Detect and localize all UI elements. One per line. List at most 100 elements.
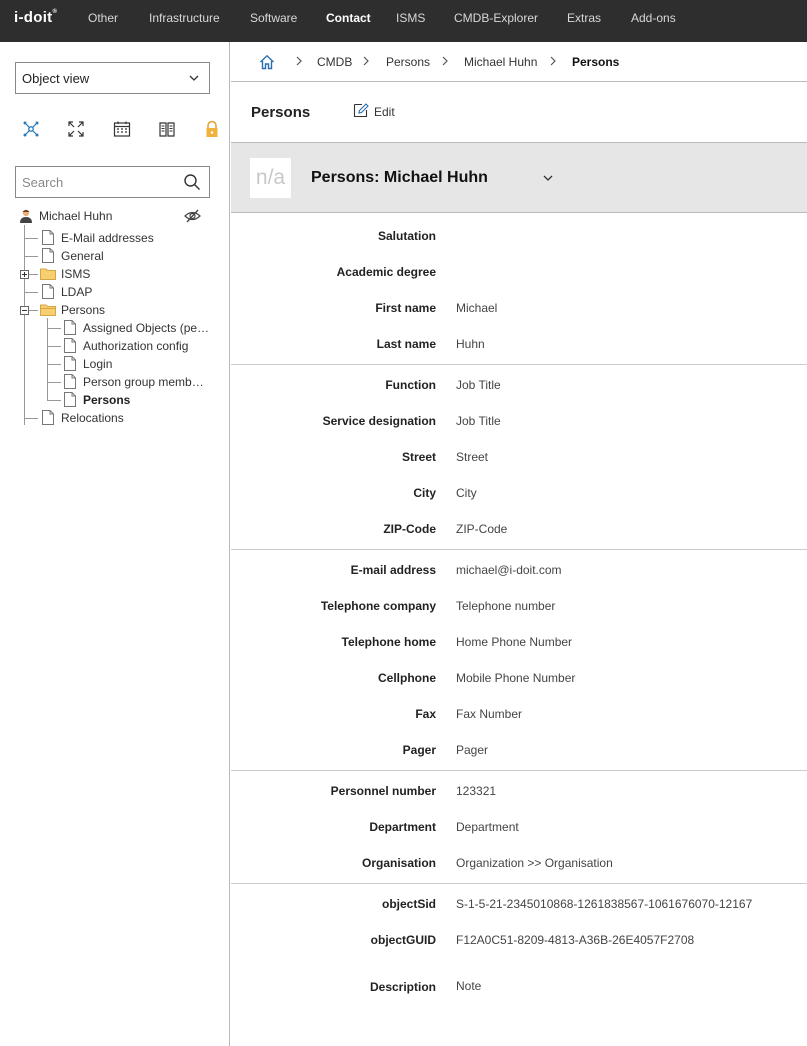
tree-item-persons-selected[interactable]: Persons [64, 392, 214, 408]
section-divider [231, 883, 807, 884]
top-navigation-bar: i-doit® Other Infrastructure Software Co… [0, 0, 807, 42]
tree-connector [47, 346, 61, 347]
chevron-down-icon[interactable] [542, 173, 554, 183]
function-value: Job Title [456, 378, 501, 392]
file-icon [64, 320, 76, 335]
object-header: n/a Persons: Michael Huhn [231, 142, 807, 213]
tree-item-label: Person group memb… [83, 375, 204, 389]
tree-item-relocations[interactable]: Relocations [42, 410, 222, 426]
tree-item-person-group-memberships[interactable]: Person group memb… [64, 374, 214, 390]
tree-connector [47, 328, 61, 329]
nav-item-cmdb-explorer[interactable]: CMDB-Explorer [454, 11, 538, 25]
collapse-toggle-persons[interactable] [20, 306, 29, 315]
telephone-home-label: Telephone home [341, 635, 436, 649]
email-address-value: michael@i-doit.com [456, 563, 562, 577]
network-icon[interactable] [22, 120, 40, 138]
chevron-right-icon [296, 56, 302, 66]
first-name-value: Michael [456, 301, 498, 315]
object-image-placeholder: n/a [250, 158, 291, 198]
expand-toggle-isms[interactable] [20, 270, 29, 279]
object-guid-value: F12A0C51-8209-4813-A36B-26E4057F2708 [456, 933, 695, 947]
object-sid-label: objectSid [381, 897, 436, 911]
search-icon[interactable] [183, 173, 201, 191]
tree-item-label: Authorization config [83, 339, 189, 353]
nav-item-other[interactable]: Other [88, 11, 118, 25]
nav-item-infrastructure[interactable]: Infrastructure [149, 11, 220, 25]
telephone-company-label: Telephone company [320, 599, 436, 613]
nav-item-software[interactable]: Software [250, 11, 297, 25]
person-icon [20, 209, 32, 223]
book-icon[interactable] [158, 120, 176, 138]
edit-icon [353, 103, 369, 118]
eye-slash-icon[interactable] [184, 208, 201, 224]
cellphone-value: Mobile Phone Number [456, 671, 576, 685]
function-label: Function [385, 378, 436, 392]
organisation-value[interactable]: Organization >> Organisation [456, 856, 613, 870]
tree-item-label: LDAP [61, 285, 93, 299]
street-value: Street [456, 450, 489, 464]
academic-degree-label: Academic degree [336, 265, 436, 279]
street-label: Street [401, 450, 436, 464]
telephone-company-value: Telephone number [456, 599, 556, 613]
tree-connector [47, 382, 61, 383]
file-icon [42, 248, 54, 263]
city-label: City [413, 486, 436, 500]
breadcrumb-persons[interactable]: Persons [386, 55, 430, 69]
tree-item-login[interactable]: Login [64, 356, 214, 372]
tree-item-label: E-Mail addresses [61, 231, 154, 245]
nav-item-contact[interactable]: Contact [326, 11, 371, 25]
tree-item-ldap[interactable]: LDAP [42, 284, 222, 300]
lock-icon[interactable] [203, 120, 221, 138]
main-content: CMDB Persons Michael Huhn Persons Person… [231, 42, 807, 1046]
left-sidebar: Object view Search Michael Huhn E-Mail a… [0, 42, 230, 1046]
object-title: Persons: Michael Huhn [311, 169, 488, 186]
tree-item-label: Assigned Objects (pe… [83, 321, 210, 335]
pager-label: Pager [402, 743, 436, 757]
tree-connector [24, 292, 38, 293]
chevron-right-icon [442, 56, 448, 66]
service-designation-value: Job Title [456, 414, 501, 428]
section-divider [231, 770, 807, 771]
last-name-value: Huhn [456, 337, 485, 351]
tree-item-assigned-objects[interactable]: Assigned Objects (pe… [64, 320, 214, 336]
tree-item-persons-folder[interactable]: Persons [40, 302, 220, 318]
telephone-home-value: Home Phone Number [456, 635, 573, 649]
tree-connector [29, 274, 38, 275]
tree-item-authorization-config[interactable]: Authorization config [64, 338, 214, 354]
plus-icon [22, 272, 27, 277]
search-placeholder: Search [22, 175, 64, 190]
tree-item-email-addresses[interactable]: E-Mail addresses [42, 230, 222, 246]
file-icon [42, 410, 54, 425]
personnel-number-value: 123321 [456, 784, 497, 798]
tree-item-isms[interactable]: ISMS [40, 266, 220, 282]
tree-item-label: Relocations [61, 411, 124, 425]
tree-item-label: Persons [61, 303, 106, 317]
description-value: Note [456, 979, 482, 993]
app-logo[interactable]: i-doit® [14, 9, 57, 26]
view-select[interactable]: Object view [15, 62, 210, 94]
section-divider [231, 364, 807, 365]
calendar-icon[interactable] [113, 120, 131, 138]
file-icon [64, 356, 76, 371]
nav-item-extras[interactable]: Extras [567, 11, 601, 25]
object-sid-value: S-1-5-21-2345010868-1261838567-106167607… [456, 897, 753, 911]
cellphone-label: Cellphone [377, 671, 436, 685]
tree-connector [24, 418, 38, 419]
fullscreen-icon[interactable] [67, 120, 85, 138]
fax-value: Fax Number [456, 707, 523, 721]
nav-item-add-ons[interactable]: Add-ons [631, 11, 676, 25]
tree-item-general[interactable]: General [42, 248, 222, 264]
search-input[interactable]: Search [15, 166, 210, 198]
home-icon[interactable] [259, 54, 275, 70]
category-header: Persons Edit [231, 82, 807, 142]
chevron-right-icon [550, 56, 556, 66]
breadcrumb: CMDB Persons Michael Huhn Persons [231, 42, 807, 82]
description-label: Description [369, 980, 436, 994]
last-name-label: Last name [376, 337, 436, 351]
file-icon [64, 338, 76, 353]
breadcrumb-cmdb[interactable]: CMDB [317, 55, 352, 69]
nav-item-isms[interactable]: ISMS [396, 11, 425, 25]
breadcrumb-object[interactable]: Michael Huhn [464, 55, 537, 69]
edit-button-label: Edit [374, 105, 395, 119]
chevron-right-icon [363, 56, 369, 66]
